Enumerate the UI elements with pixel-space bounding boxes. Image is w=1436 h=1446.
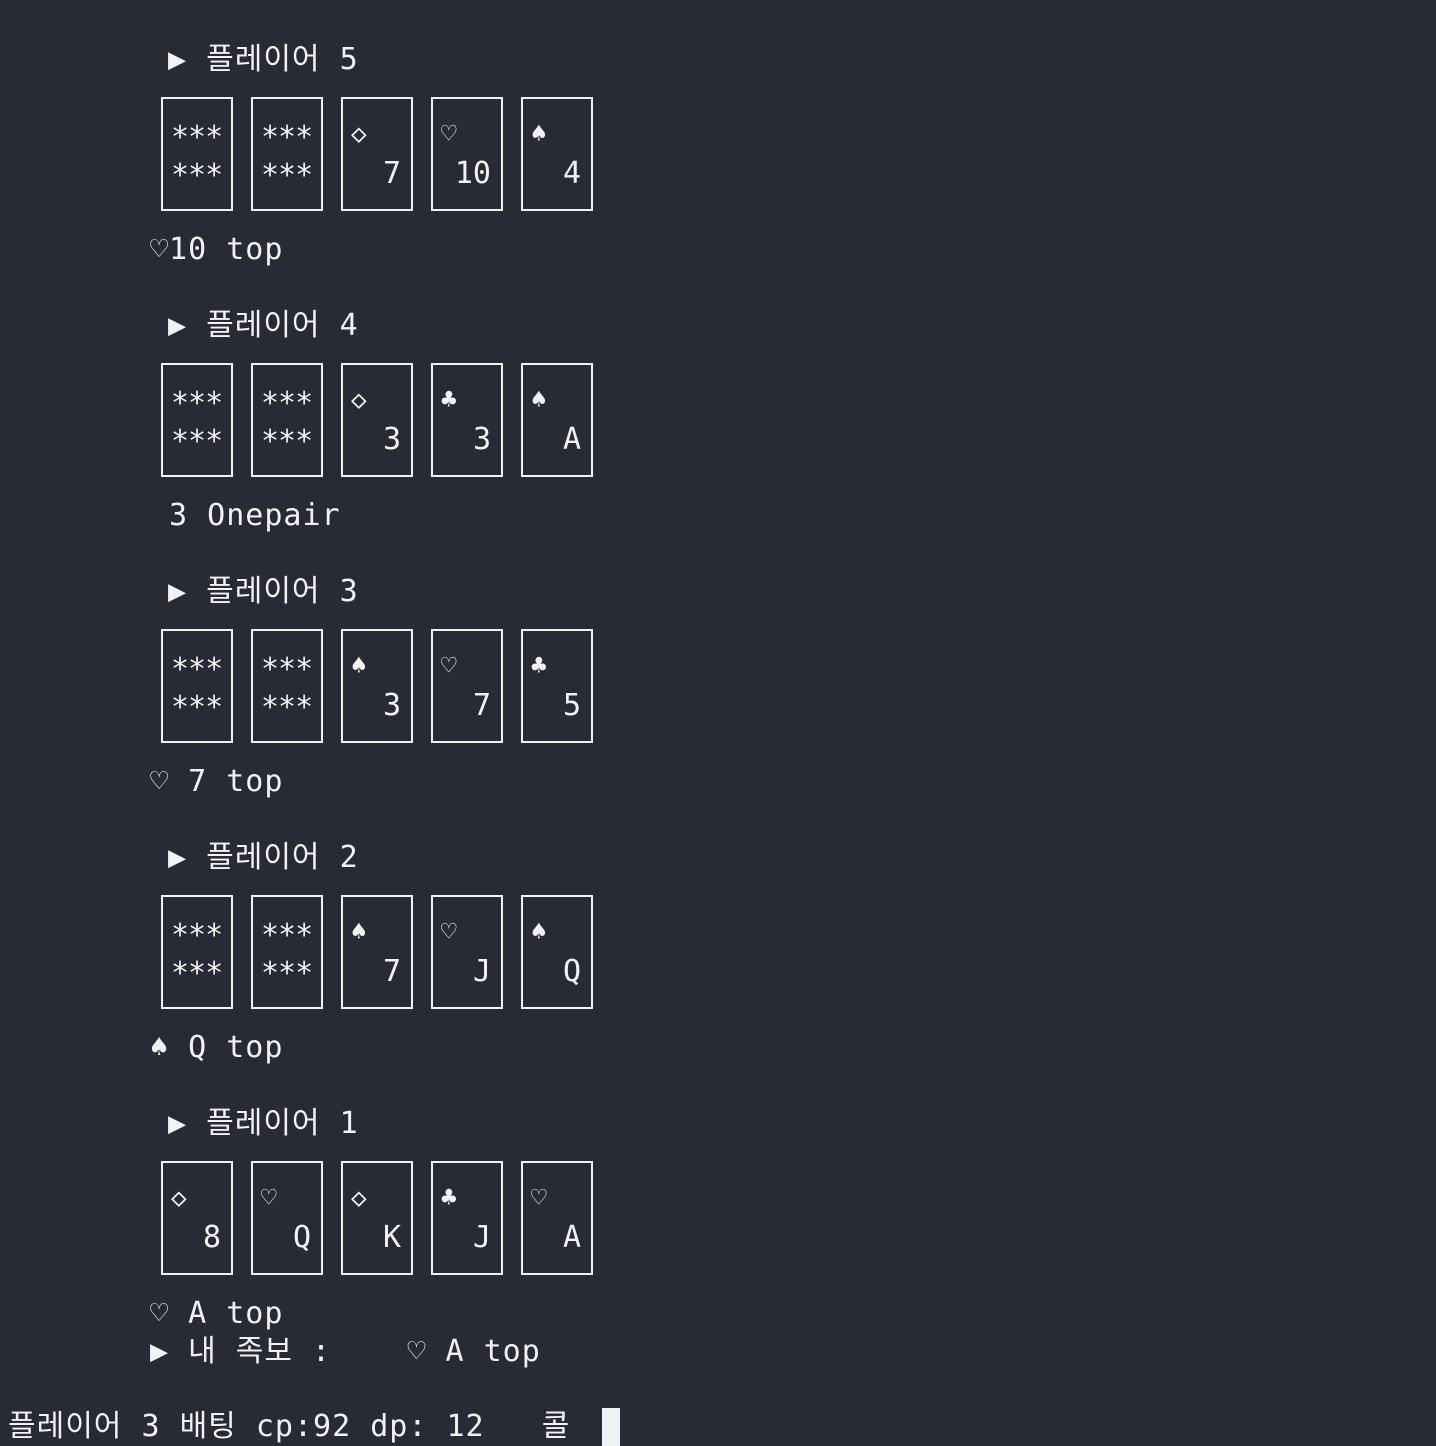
card-face-down: *** *** [251,363,323,477]
card-back-pattern-bottom: *** [261,424,313,459]
card-back-pattern-bottom: *** [171,690,223,725]
card-face-down: *** *** [251,629,323,743]
player-header: ▶ 플레이어 5 [168,42,359,77]
card-suit-icon: ♣ [441,385,457,415]
card-face-up: ♡ 10 [431,97,503,211]
card-suit-icon: ♠ [531,385,547,415]
player-hand-rank: ♡ A top [150,1296,284,1331]
card-face-down: *** *** [161,895,233,1009]
card-suit-icon: ◇ [171,1183,187,1213]
card-rank: Q [562,954,581,989]
card-back-pattern-top: *** [171,918,223,953]
card-rank: Q [292,1220,311,1255]
card-face-down: *** *** [251,895,323,1009]
card-back-pattern-top: *** [261,120,313,155]
card-suit-icon: ♡ [441,917,457,947]
player-hand-rank: ♠ Q top [150,1030,284,1065]
card-face-down: *** *** [161,363,233,477]
player-hand-rank: 3 Onepair [150,498,341,533]
card-face-down: *** *** [251,97,323,211]
card-rank: 3 [382,422,401,457]
card-rank: J [472,1220,491,1255]
card-suit-icon: ♠ [531,917,547,947]
card-rank: K [382,1220,401,1255]
card-face-up: ♠ 7 [341,895,413,1009]
card-back-pattern-bottom: *** [261,158,313,193]
card-rank: 3 [472,422,491,457]
card-face-up: ♣ 5 [521,629,593,743]
card-suit-icon: ◇ [351,119,367,149]
card-suit-icon: ♠ [351,651,367,681]
card-face-up: ♠ 4 [521,97,593,211]
card-rank: 8 [202,1220,221,1255]
card-back-pattern-bottom: *** [171,424,223,459]
card-face-up: ♡ Q [251,1161,323,1275]
text-cursor[interactable] [602,1408,620,1446]
card-rank: 4 [562,156,581,191]
card-rank: 7 [382,156,401,191]
card-rank: A [562,1220,581,1255]
card-back-pattern-top: *** [171,652,223,687]
card-face-up: ♡ J [431,895,503,1009]
card-rank: 5 [562,688,581,723]
card-back-pattern-bottom: *** [261,956,313,991]
card-suit-icon: ♣ [441,1183,457,1213]
card-rank: 10 [454,156,491,191]
card-suit-icon: ◇ [351,385,367,415]
card-face-up: ◇ K [341,1161,413,1275]
card-face-up: ◇ 7 [341,97,413,211]
player-hand-rank: ♡ 7 top [150,764,284,799]
card-rank: 3 [382,688,401,723]
card-rank: 7 [472,688,491,723]
card-face-up: ♡ A [521,1161,593,1275]
betting-prompt[interactable]: 플레이어 3 배팅 cp:92 dp: 12 콜 [8,1409,570,1445]
card-face-up: ♠ 3 [341,629,413,743]
card-face-down: *** *** [161,629,233,743]
card-face-up: ♣ J [431,1161,503,1275]
player-header: ▶ 플레이어 3 [168,574,359,609]
card-back-pattern-bottom: *** [171,158,223,193]
card-rank: J [472,954,491,989]
card-suit-icon: ♣ [531,651,547,681]
card-back-pattern-bottom: *** [171,956,223,991]
terminal-window: ▶ 플레이어 5 *** *** *** *** ◇ 7 ♡ 10 ♠ 4 ♡10 top ▶ 플레이어… [0,0,1436,1446]
card-face-up: ♠ Q [521,895,593,1009]
card-back-pattern-top: *** [261,918,313,953]
card-suit-icon: ♠ [351,917,367,947]
card-rank: A [562,422,581,457]
card-suit-icon: ◇ [351,1183,367,1213]
card-suit-icon: ♡ [531,1183,547,1213]
card-rank: 7 [382,954,401,989]
my-hand-summary: ▶ 내 족보 : ♡ A top [150,1334,541,1369]
card-face-up: ♣ 3 [431,363,503,477]
card-back-pattern-top: *** [171,386,223,421]
card-suit-icon: ♡ [441,651,457,681]
card-face-up: ♡ 7 [431,629,503,743]
card-back-pattern-bottom: *** [261,690,313,725]
card-back-pattern-top: *** [171,120,223,155]
player-header: ▶ 플레이어 1 [168,1106,359,1141]
card-suit-icon: ♠ [531,119,547,149]
card-face-up: ◇ 8 [161,1161,233,1275]
player-hand-rank: ♡10 top [150,232,284,267]
player-header: ▶ 플레이어 2 [168,840,359,875]
card-back-pattern-top: *** [261,652,313,687]
card-face-up: ◇ 3 [341,363,413,477]
card-suit-icon: ♡ [261,1183,277,1213]
card-face-up: ♠ A [521,363,593,477]
card-face-down: *** *** [161,97,233,211]
player-header: ▶ 플레이어 4 [168,308,359,343]
card-suit-icon: ♡ [441,119,457,149]
card-back-pattern-top: *** [261,386,313,421]
